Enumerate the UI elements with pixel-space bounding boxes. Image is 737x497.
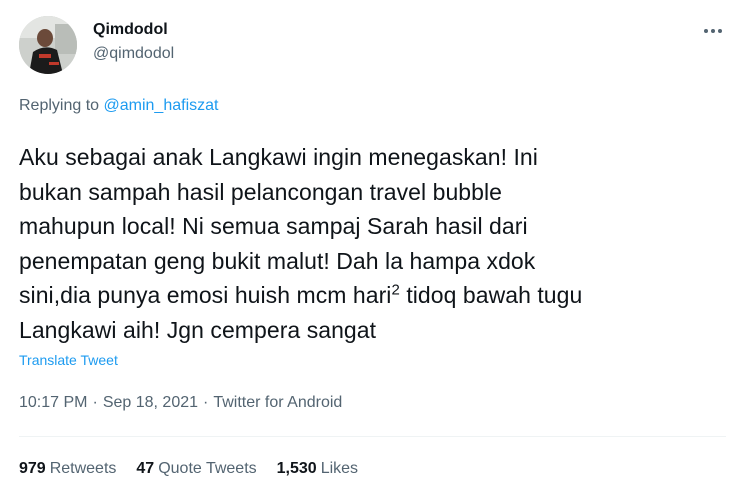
tweet-metadata: 10:17 PM · Sep 18, 2021 · Twitter for Androi… [19,394,342,412]
tweet-text-line: mahupun local! Ni semua sampaj Sarah has… [19,213,528,239]
tweet-time[interactable]: 10:17 PM [19,394,87,411]
replying-prefix: Replying to [19,97,100,114]
tweet-source[interactable]: Twitter for Android [213,394,342,411]
tweet-text-superscript: 2 [391,281,400,299]
quote-tweets-stat[interactable]: 47 Quote Tweets [136,460,256,478]
user-avatar-photo-icon [19,16,77,74]
likes-stat[interactable]: 1,530 Likes [277,460,358,478]
tweet-text: Aku sebagai anak Langkawi ingin menegask… [19,140,719,347]
tweet-text-line: sini,dia punya emosi huish mcm hari2 tid… [19,278,719,313]
quote-tweets-label: Quote Tweets [158,460,257,477]
meta-separator: · [92,394,98,411]
tweet-text-segment: tidoq bawah tugu [399,282,583,308]
divider [19,436,726,437]
retweets-label: Retweets [49,460,117,477]
avatar[interactable] [19,16,77,74]
author-display-name[interactable]: Qimdodol [93,21,168,39]
quote-tweets-count: 47 [136,460,155,477]
retweets-stat[interactable]: 979 Retweets [19,460,116,478]
tweet-date[interactable]: Sep 18, 2021 [103,394,198,411]
likes-label: Likes [320,460,359,477]
tweet-text-line: bukan sampah hasil pelancongan travel bu… [19,178,502,205]
likes-count: 1,530 [276,460,317,477]
more-horizontal-icon [704,29,722,33]
tweet-text-segment: sini,dia punya emosi huish mcm hari [19,282,392,308]
reply-mention-link[interactable]: @amin_hafiszat [104,97,219,114]
more-options-button[interactable] [700,18,726,44]
translate-tweet-link[interactable]: Translate Tweet [19,352,118,368]
meta-separator: · [203,394,209,411]
tweet-stats: 979 Retweets 47 Quote Tweets 1,530 Likes [19,460,378,478]
tweet-detail: Qimdodol @qimdodol Replying to @amin_haf… [0,0,737,497]
tweet-text-line: penempatan geng bukit malut! Dah la hamp… [19,247,536,274]
retweets-count: 979 [19,460,46,477]
tweet-text-line: Aku sebagai anak Langkawi ingin menegask… [19,144,538,170]
tweet-text-line: Langkawi aih! Jgn cempera sangat [19,316,377,343]
author-handle[interactable]: @qimdodol [93,45,174,63]
replying-to: Replying to @amin_hafiszat [19,97,218,115]
